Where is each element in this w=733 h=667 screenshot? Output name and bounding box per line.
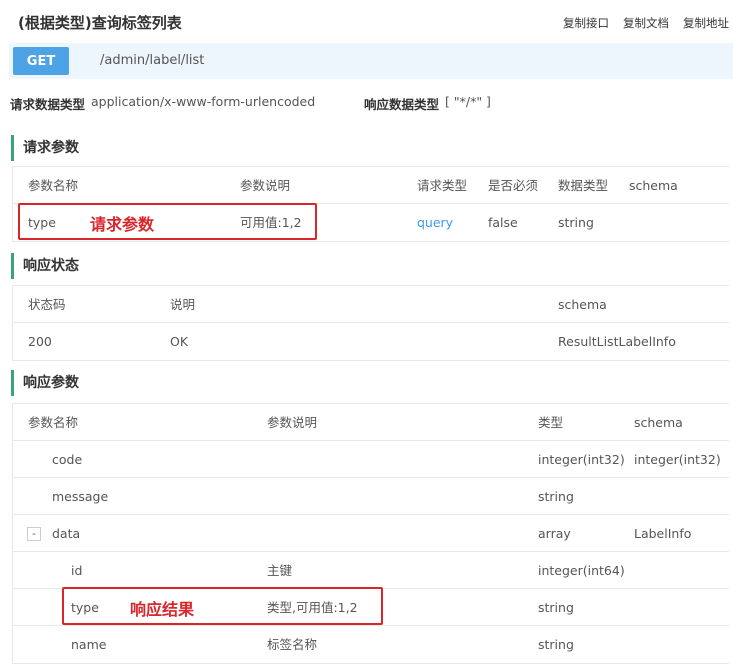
col-schema: schema	[634, 415, 683, 430]
col-status-desc: 说明	[170, 297, 196, 312]
col-data-type: 数据类型	[558, 178, 609, 193]
col-param-desc: 参数说明	[267, 415, 318, 430]
field-type: string	[538, 637, 574, 652]
response-content-type-value: [ "*/*" ]	[445, 94, 491, 109]
col-type: 类型	[538, 415, 564, 430]
table-row: code integer(int32) integer(int32)	[13, 441, 729, 478]
col-schema: schema	[629, 178, 678, 193]
request-content-type-value: application/x-www-form-urlencoded	[91, 94, 316, 109]
table-row: - data array LabelInfo	[13, 515, 729, 552]
field-name: message	[52, 489, 109, 504]
response-status-table: 状态码 说明 schema 200 OK ResultListLabelInfo	[12, 285, 729, 361]
copy-url-button[interactable]: 复制地址	[683, 15, 729, 31]
field-schema: LabelInfo	[634, 526, 692, 541]
page-title: (根据类型)查询标签列表	[18, 14, 182, 32]
table-header-row: 参数名称 参数说明 请求类型 是否必须 数据类型 schema	[13, 167, 729, 204]
method-badge: GET	[13, 47, 69, 75]
table-row: message string	[13, 478, 729, 515]
field-type: integer(int32)	[538, 452, 625, 467]
request-annotation: 请求参数	[90, 215, 155, 234]
param-data-type: string	[558, 215, 594, 230]
request-content-type-label: 请求数据类型	[10, 97, 86, 112]
param-required: false	[488, 215, 518, 230]
copy-api-button[interactable]: 复制接口	[563, 15, 609, 31]
field-type: array	[538, 526, 571, 541]
col-param-name: 参数名称	[28, 178, 79, 193]
request-params-heading: 请求参数	[11, 135, 731, 161]
response-content-type: 响应数据类型 [ "*/*" ]	[364, 94, 491, 113]
table-header-row: 参数名称 参数说明 类型 schema	[13, 404, 729, 441]
request-highlight-box	[18, 203, 317, 240]
col-param-desc: 参数说明	[240, 178, 291, 193]
status-desc: OK	[170, 334, 189, 349]
param-in: query	[417, 215, 454, 230]
copy-doc-button[interactable]: 复制文档	[623, 15, 669, 31]
table-row: name 标签名称 string	[13, 626, 729, 663]
copy-links: 复制接口 复制文档 复制地址	[563, 15, 729, 31]
status-code: 200	[28, 334, 52, 349]
field-schema: integer(int32)	[634, 452, 721, 467]
field-desc: 主键	[267, 563, 293, 578]
field-desc: 标签名称	[267, 637, 318, 652]
status-schema: ResultListLabelInfo	[558, 334, 676, 349]
response-status-heading: 响应状态	[11, 253, 731, 279]
field-name: id	[71, 563, 83, 578]
col-status-schema: schema	[558, 297, 607, 312]
response-annotation: 响应结果	[130, 600, 195, 619]
response-params-heading: 响应参数	[11, 370, 731, 396]
col-request-type: 请求类型	[417, 178, 468, 193]
col-param-name: 参数名称	[28, 415, 79, 430]
field-type: string	[538, 600, 574, 615]
request-content-type: 请求数据类型 application/x-www-form-urlencoded	[10, 94, 315, 113]
field-type: string	[538, 489, 574, 504]
api-path[interactable]: /admin/label/list	[100, 53, 204, 68]
url-bar: GET /admin/label/list	[9, 43, 733, 79]
collapse-toggle-button[interactable]: -	[27, 527, 41, 541]
col-required: 是否必须	[488, 178, 539, 193]
table-header-row: 状态码 说明 schema	[13, 286, 729, 323]
table-row: 200 OK ResultListLabelInfo	[13, 323, 729, 360]
table-row: id 主键 integer(int64)	[13, 552, 729, 589]
field-name: data	[52, 526, 81, 541]
field-type: integer(int64)	[538, 563, 625, 578]
response-highlight-box	[62, 587, 383, 625]
col-status-code: 状态码	[28, 297, 66, 312]
response-content-type-label: 响应数据类型	[364, 97, 440, 112]
field-name: code	[52, 452, 83, 467]
field-name: name	[71, 637, 107, 652]
